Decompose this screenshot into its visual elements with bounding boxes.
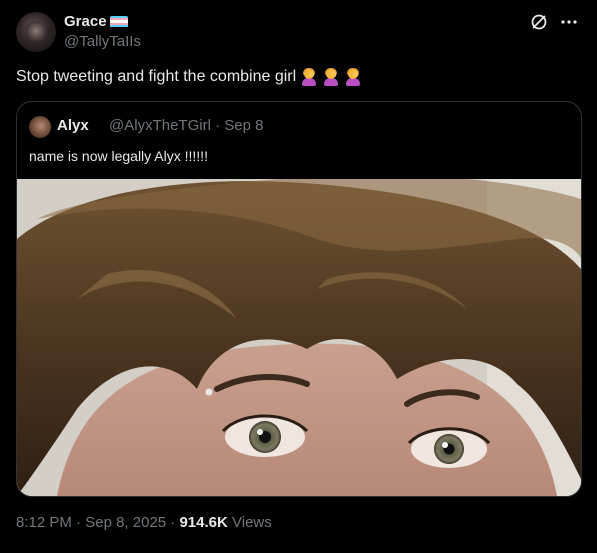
photo-illustration [17, 179, 581, 496]
quote-date[interactable]: Sep 8 [224, 117, 263, 134]
tweet-actions [529, 12, 579, 32]
tweet-footer: 8:12 PM · Sep 8, 2025 · 914.6K Views [16, 514, 272, 531]
tweet-body: Stop tweeting and fight the combine girl [16, 68, 297, 85]
flag-stripe [109, 25, 128, 28]
quote-handle[interactable]: @AlyxTheTGirl [109, 117, 211, 134]
views-label: Views [232, 514, 272, 531]
transgender-flag-icon [109, 15, 128, 28]
author-name-row[interactable]: Grace [64, 13, 128, 30]
more-icon[interactable] [559, 12, 579, 32]
separator: · [76, 514, 82, 531]
quote-photo[interactable] [17, 179, 581, 496]
quote-meta: @AlyxTheTGirl · Sep 8 [109, 117, 263, 134]
woman-facepalming-icon [300, 68, 318, 86]
separator: · [170, 514, 176, 531]
separator: · [215, 117, 221, 134]
tweet-time[interactable]: 8:12 PM [16, 514, 72, 531]
quoted-tweet[interactable]: Alyx @AlyxTheTGirl · Sep 8 name is now l… [16, 101, 582, 497]
tweet-text: Stop tweeting and fight the combine girl [16, 68, 362, 86]
woman-facepalming-icon [344, 68, 362, 86]
woman-facepalming-icon [322, 68, 340, 86]
views-count: 914.6K [179, 514, 228, 531]
quote-text: name is now legally Alyx !!!!!! [29, 148, 208, 164]
quote-avatar[interactable] [29, 116, 51, 138]
tweet[interactable]: Grace @TallyTaIIs Stop tweeting and figh… [0, 0, 597, 553]
handle[interactable]: @TallyTaIIs [64, 33, 141, 50]
quote-display-name[interactable]: Alyx [57, 117, 89, 134]
slash-circle-icon[interactable] [529, 12, 549, 32]
tweet-date[interactable]: Sep 8, 2025 [85, 514, 166, 531]
display-name[interactable]: Grace [64, 13, 107, 30]
avatar[interactable] [16, 12, 56, 52]
